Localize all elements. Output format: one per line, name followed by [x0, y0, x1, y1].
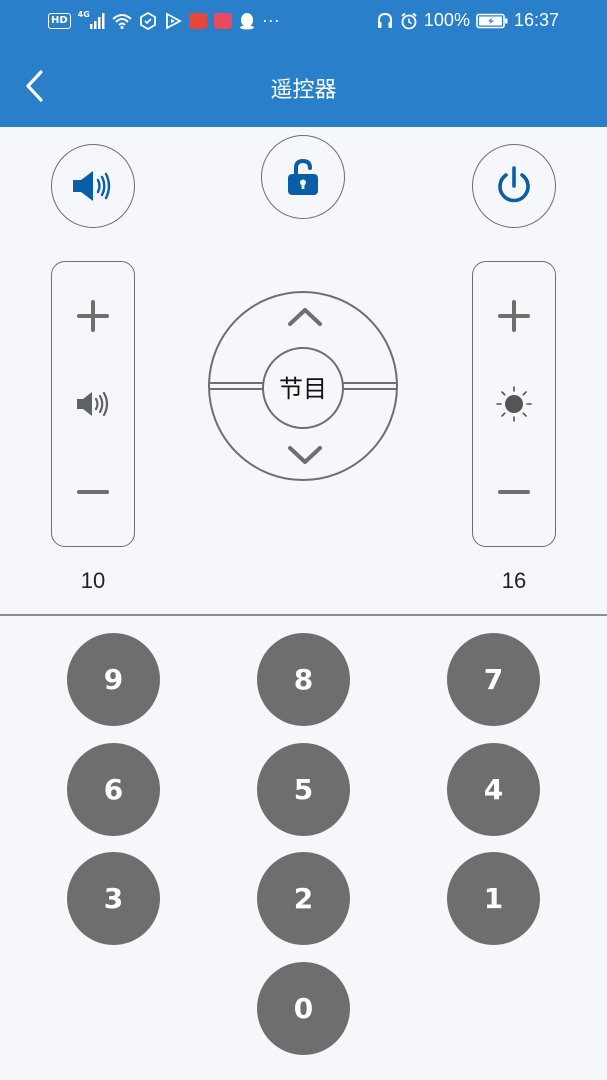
program-label: 节目	[279, 375, 327, 403]
sound-button[interactable]	[51, 144, 135, 228]
hd-badge: HD	[48, 12, 71, 29]
channel-dpad: 节目	[208, 291, 398, 481]
speaker-icon	[73, 171, 111, 201]
qq-icon	[239, 12, 254, 29]
shield-app-icon	[139, 11, 156, 30]
key-6[interactable]: 6	[67, 743, 160, 836]
wifi-icon	[112, 13, 132, 29]
play-app-icon	[165, 11, 182, 30]
key-4[interactable]: 4	[447, 743, 540, 836]
battery-charging-icon	[476, 13, 508, 28]
key-0[interactable]: 0	[257, 962, 350, 1055]
program-center-button[interactable]: 节目	[262, 347, 344, 429]
key-8[interactable]: 8	[257, 633, 350, 726]
app-header: HD 4G ··· 100% 16:37 遥控器	[0, 0, 607, 127]
key-3[interactable]: 3	[67, 852, 160, 945]
sun-icon	[496, 386, 532, 422]
key-9[interactable]: 9	[67, 633, 160, 726]
headset-icon	[377, 12, 392, 28]
volume-down-button[interactable]	[52, 462, 134, 522]
plus-icon	[498, 300, 530, 332]
brightness-indicator	[473, 384, 555, 424]
volume-level: 10	[80, 568, 106, 593]
brightness-level: 16	[501, 568, 527, 593]
power-icon	[498, 166, 530, 203]
speaker-small-icon	[77, 391, 109, 417]
brightness-control	[472, 261, 556, 547]
clock: 16:37	[513, 10, 559, 30]
key-2[interactable]: 2	[257, 852, 350, 945]
shopping-app-icon	[188, 12, 207, 29]
section-divider	[0, 614, 607, 616]
key-7[interactable]: 7	[447, 633, 540, 726]
plus-icon	[77, 300, 109, 332]
brightness-down-button[interactable]	[473, 462, 555, 522]
lock-button[interactable]	[261, 135, 345, 219]
status-bar: HD 4G ··· 100% 16:37	[0, 0, 607, 44]
key-1[interactable]: 1	[447, 852, 540, 945]
volume-indicator	[52, 384, 134, 424]
key-5[interactable]: 5	[257, 743, 350, 836]
power-button[interactable]	[472, 144, 556, 228]
page-title: 遥控器	[270, 78, 337, 103]
brightness-up-button[interactable]	[473, 286, 555, 346]
signal-icon	[89, 12, 105, 29]
channel-down-button[interactable]	[267, 436, 339, 476]
unlock-icon	[288, 158, 318, 195]
battery-percent: 100%	[423, 10, 470, 30]
minus-icon	[77, 490, 109, 494]
network-type: 4G	[77, 10, 90, 19]
volume-up-button[interactable]	[52, 286, 134, 346]
volume-control	[51, 261, 135, 547]
channel-up-button[interactable]	[267, 296, 339, 336]
minus-icon	[498, 490, 530, 494]
book-app-icon	[213, 12, 232, 29]
alarm-icon	[401, 12, 417, 29]
more-notifications: ···	[261, 10, 280, 30]
